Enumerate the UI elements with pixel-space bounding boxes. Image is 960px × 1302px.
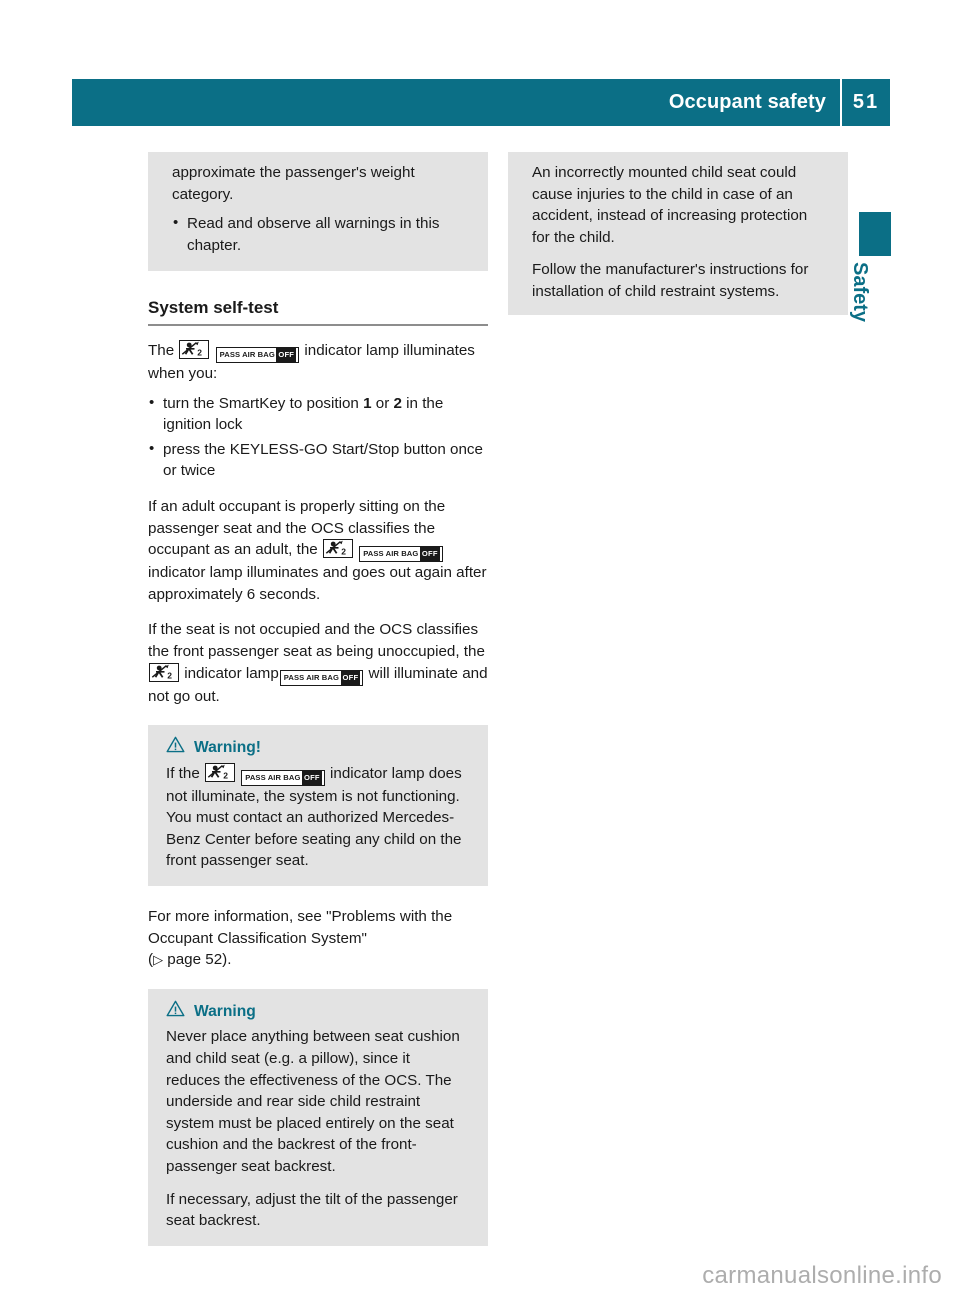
page-ref-text: page 52).	[163, 951, 232, 969]
adult-occupant-paragraph: If an adult occupant is properly sitting…	[148, 496, 488, 605]
list-item: • turn the SmartKey to position 1 or 2 i…	[148, 393, 488, 436]
pass-air-bag-off-badge: OFF	[301, 770, 322, 785]
svg-text:2: 2	[167, 670, 172, 679]
unoccupied-paragraph-block: If the seat is not occupied and the OCS …	[148, 619, 488, 707]
child-seat-indicator-icon: 2	[149, 662, 179, 682]
bullet-bold-2: 2	[393, 394, 402, 412]
page-number: 51	[852, 91, 880, 113]
list-item-label: turn the SmartKey to position 1 or 2 in …	[163, 395, 443, 434]
warning-body: Never place anything between seat cushio…	[166, 1026, 464, 1231]
continued-paragraph: An incorrectly mounted child seat could …	[532, 164, 808, 246]
pass-air-bag-text: PASS AIR BAG	[363, 549, 419, 559]
list-item-label: Read and observe all warnings in this ch…	[187, 215, 440, 254]
pass-air-bag-text: PASS AIR BAG	[219, 349, 275, 359]
warning-box-2: Warning Never place anything between sea…	[148, 988, 488, 1246]
pass-air-bag-off-badge: OFF	[276, 347, 297, 362]
list-item: • press the KEYLESS-GO Start/Stop button…	[148, 439, 488, 482]
page-title: Occupant safety	[668, 91, 826, 113]
pass-air-bag-off-icon: PASS AIR BAG OFF	[279, 669, 364, 686]
warning-title: Warning	[194, 1002, 256, 1020]
page-header-bar: Occupant safety 51	[72, 79, 890, 126]
warning-title: Warning!	[194, 739, 261, 757]
continued-paragraph: approximate the passenger's weight categ…	[172, 164, 415, 203]
warning-body: If the 2 PASS AIR BAG OFF indicator lamp …	[166, 762, 464, 872]
svg-text:2: 2	[341, 547, 346, 556]
bullet-icon: •	[149, 439, 155, 457]
section-heading: System self-test	[148, 297, 488, 326]
more-info-block: For more information, see "Problems with…	[148, 906, 488, 971]
warning-header: Warning	[166, 1000, 464, 1024]
pass-air-bag-text: PASS AIR BAG	[283, 672, 339, 682]
warning-text-before: If the	[166, 764, 200, 782]
chapter-tab-text: Safety	[849, 262, 871, 323]
svg-text:2: 2	[223, 770, 228, 779]
bullet-bold-1: 1	[363, 394, 372, 412]
chapter-tab-label: Safety	[845, 262, 875, 382]
child-seat-indicator-icon: 2	[179, 339, 210, 359]
chapter-tab-marker	[859, 212, 891, 256]
bullet-icon: •	[173, 214, 179, 232]
pass-air-bag-off-icon: PASS AIR BAG OFF	[359, 546, 443, 563]
page-ref-arrow-icon: ▷	[153, 952, 164, 968]
pass-air-bag-text: PASS AIR BAG	[245, 772, 301, 782]
right-column: An incorrectly mounted child seat could …	[508, 152, 848, 315]
warning-paragraph: If necessary, adjust the tilt of the pas…	[166, 1190, 458, 1230]
continued-bullet-list: • Read and observe all warnings in this …	[172, 213, 464, 256]
bullet-icon: •	[149, 393, 155, 411]
svg-text:2: 2	[198, 348, 203, 357]
continued-paragraph: Follow the manufacturer's instructions f…	[532, 261, 809, 300]
self-test-bullet-list: • turn the SmartKey to position 1 or 2 i…	[148, 393, 488, 482]
warning-box-1: Warning! If the 2 PASS AIR BAG OFF indic…	[148, 725, 488, 887]
list-item-label: press the KEYLESS-GO Start/Stop button o…	[163, 440, 483, 480]
left-column: approximate the passenger's weight categ…	[148, 152, 488, 1246]
list-item: • Read and observe all warnings in this …	[172, 213, 464, 256]
pass-air-bag-off-icon: PASS AIR BAG OFF	[215, 346, 300, 363]
bullet-pre: turn the SmartKey to position	[163, 394, 364, 412]
unoccupied-text-mid: indicator lamp	[184, 664, 279, 682]
warning-paragraph: If the 2 PASS AIR BAG OFF indicator lamp …	[166, 762, 464, 872]
pass-air-bag-off-icon: PASS AIR BAG OFF	[241, 769, 325, 786]
unoccupied-paragraph: If the seat is not occupied and the OCS …	[148, 619, 488, 707]
child-seat-indicator-icon: 2	[205, 762, 236, 782]
continued-warning-box-left: approximate the passenger's weight categ…	[148, 152, 488, 272]
warning-triangle-icon	[166, 736, 185, 760]
warning-triangle-icon	[166, 1000, 185, 1024]
bullet-mid: or	[371, 394, 394, 412]
self-test-intro-paragraph: The 2 PASS AIR BAG OFF indicator lamp ill…	[148, 339, 488, 385]
warning-paragraph: Never place anything between seat cushio…	[166, 1028, 460, 1175]
child-seat-indicator-icon: 2	[322, 539, 353, 559]
more-info-line1: For more information, see "Problems with…	[148, 908, 453, 947]
unoccupied-text-before: If the seat is not occupied and the OCS …	[148, 621, 485, 660]
site-watermark: carmanualsonline.info	[702, 1262, 942, 1289]
pass-air-bag-off-badge: OFF	[340, 670, 361, 685]
more-info-paragraph: For more information, see "Problems with…	[148, 906, 488, 971]
warning-header: Warning!	[166, 736, 464, 760]
intro-text-before: The	[148, 341, 175, 359]
self-test-intro: The 2 PASS AIR BAG OFF indicator lamp ill…	[148, 339, 488, 385]
continued-warning-box-right: An incorrectly mounted child seat could …	[508, 152, 848, 315]
adult-occupant-paragraph-block: If an adult occupant is properly sitting…	[148, 496, 488, 605]
pass-air-bag-off-badge: OFF	[419, 547, 440, 562]
adult-text-after: indicator lamp illuminates and goes out …	[148, 564, 487, 603]
